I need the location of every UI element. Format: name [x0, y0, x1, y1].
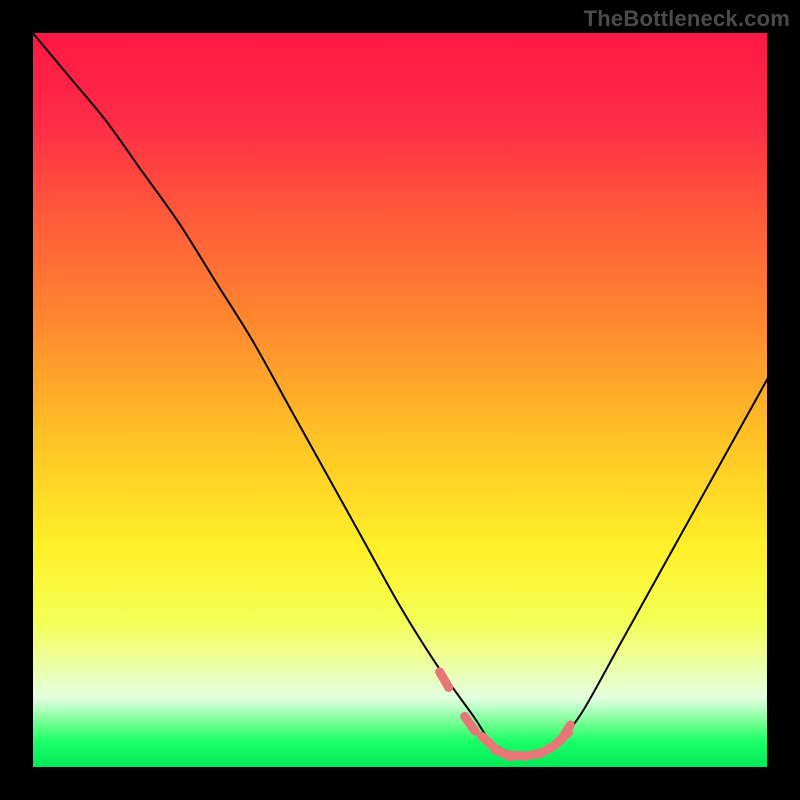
gradient-background: [32, 32, 768, 768]
bottleneck-chart: [0, 0, 800, 800]
chart-frame: TheBottleneck.com: [0, 0, 800, 800]
